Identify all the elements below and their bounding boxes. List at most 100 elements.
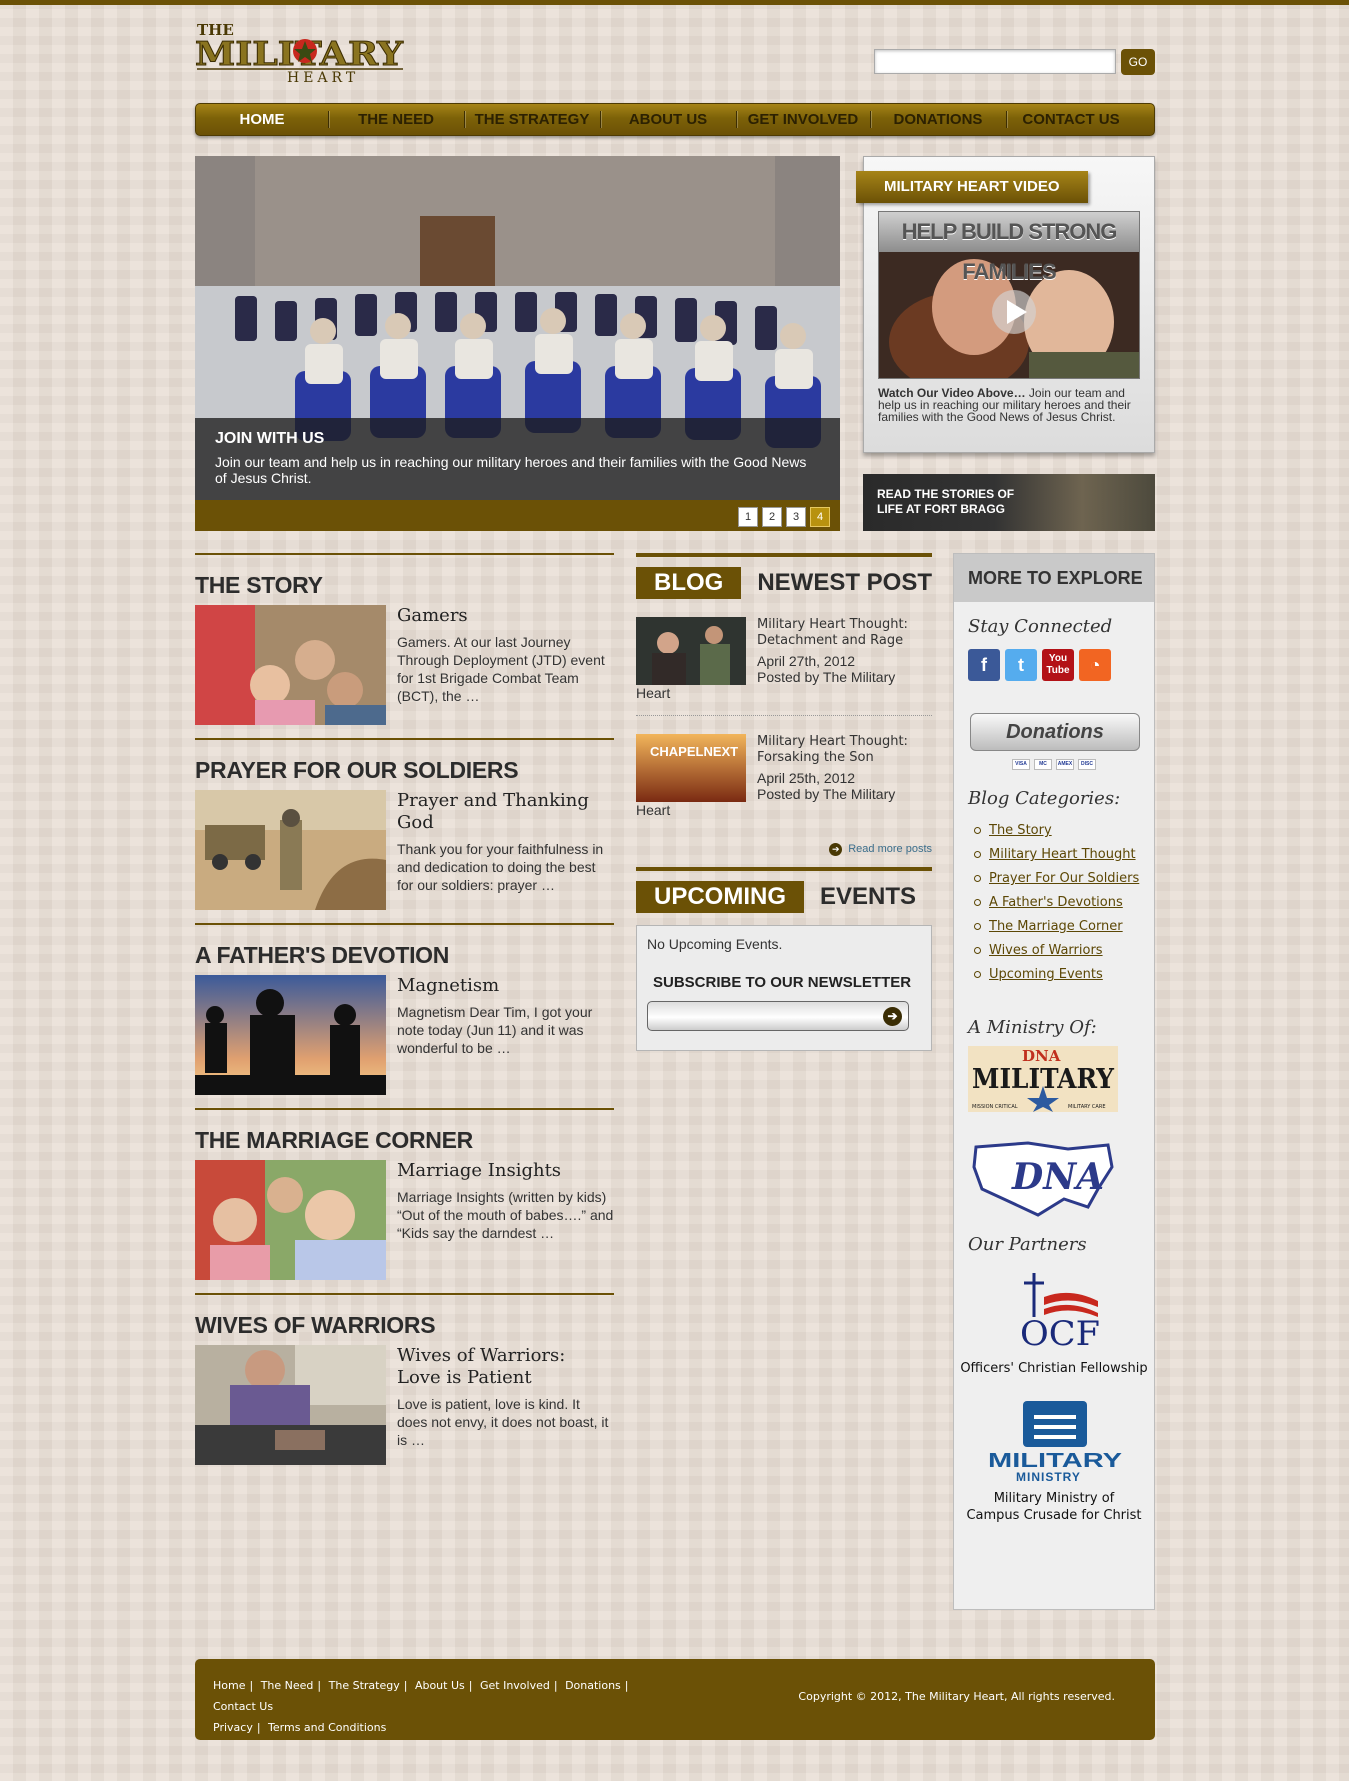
category-item[interactable]: Prayer For Our Soldiers [974, 867, 1154, 891]
post-title[interactable]: Magnetism [397, 975, 614, 997]
blog-post-title[interactable]: Military Heart Thought: Detachment and R… [757, 617, 932, 649]
footer-link[interactable]: Terms and Conditions [268, 1721, 386, 1734]
nav-get-involved[interactable]: GET INVOLVED [736, 103, 870, 136]
blog-post-thumbnail[interactable] [636, 617, 746, 685]
ocf-logo[interactable]: OCF [1020, 1267, 1154, 1354]
nav-the-strategy[interactable]: THE STRATEGY [464, 103, 600, 136]
blog-post-date: April 27th, 2012 [757, 653, 856, 669]
dna-logo[interactable]: DNA [968, 1137, 1154, 1224]
chapelnext-text: CHAPELNEXT [650, 744, 738, 759]
facebook-icon[interactable]: f [968, 649, 1000, 681]
payment-cards: VISA MC AMEX DISC [954, 759, 1154, 770]
military-ministry-logo[interactable]: MILITARY MINISTRY [988, 1401, 1154, 1490]
section-heading[interactable]: WIVES OF WARRIORS [195, 1313, 614, 1337]
section-body: Prayer and Thanking God Thank you for yo… [397, 790, 614, 894]
video-banner: HELP BUILD STRONG FAMILIES [879, 212, 1139, 284]
category-item[interactable]: Wives of Warriors [974, 939, 1154, 963]
donations-button[interactable]: Donations [970, 713, 1140, 751]
post-excerpt: Marriage Insights (written by kids) “Out… [397, 1189, 614, 1241]
nav-home[interactable]: HOME [196, 103, 328, 136]
blog-categories: The Story Military Heart Thought Prayer … [954, 819, 1154, 987]
footer-link[interactable]: Privacy [213, 1721, 253, 1734]
fort-bragg-banner[interactable]: READ THE STORIES OF LIFE AT FORT BRAGG [863, 474, 1155, 531]
main-nav: HOME THE NEED THE STRATEGY ABOUT US GET … [195, 103, 1155, 136]
blog-post-author-cont: Heart [636, 685, 671, 701]
copyright: Copyright © 2012, The Military Heart, Al… [798, 1690, 1115, 1703]
read-more-link[interactable]: ➔ Read more posts [636, 831, 932, 867]
section-the-story: THE STORY Gamers Gamers. At our last Jou… [195, 553, 614, 738]
newest-post-label: NEWEST POST [757, 569, 933, 596]
category-item[interactable]: Military Heart Thought [974, 843, 1154, 867]
hero-slider[interactable]: JOIN WITH US Join our team and help us i… [195, 156, 840, 531]
nav-donations[interactable]: DONATIONS [870, 103, 1006, 136]
youtube-icon[interactable]: You Tube [1042, 649, 1074, 681]
post-title[interactable]: Prayer and Thanking God [397, 790, 614, 834]
slider-pager: 1 2 3 4 [738, 507, 830, 527]
read-more-label: Read more posts [848, 843, 932, 855]
footer-link[interactable]: Home [213, 1679, 245, 1692]
search-button[interactable]: GO [1121, 49, 1155, 75]
blog-post-author-cont: Heart [636, 802, 671, 818]
section-heading[interactable]: PRAYER FOR OUR SOLDIERS [195, 758, 614, 782]
nav-about-us[interactable]: ABOUT US [600, 103, 736, 136]
slider-page-1[interactable]: 1 [738, 507, 758, 527]
explore-sidebar: MORE TO EXPLORE Stay Connected f t You T… [953, 553, 1155, 1610]
svg-text:MINISTRY: MINISTRY [1016, 1470, 1081, 1484]
section-body: Magnetism Magnetism Dear Tim, I got your… [397, 975, 614, 1057]
slider-page-3[interactable]: 3 [786, 507, 806, 527]
fort-bragg-line1: READ THE STORIES OF [877, 487, 1015, 501]
slider-page-2[interactable]: 2 [762, 507, 782, 527]
svg-text:DNA: DNA [1011, 1156, 1104, 1198]
section-thumbnail[interactable] [195, 1160, 386, 1280]
newsletter-heading: SUBSCRIBE TO OUR NEWSLETTER [653, 974, 912, 991]
section-thumbnail[interactable] [195, 1345, 386, 1465]
video-tab: MILITARY HEART VIDEO [856, 171, 1088, 203]
upcoming-label: UPCOMING [636, 881, 804, 913]
post-title[interactable]: Gamers [397, 605, 614, 627]
site-logo[interactable]: THE MILITARY HEART [195, 19, 405, 85]
blog-post-title[interactable]: Military Heart Thought: Forsaking the So… [757, 734, 932, 766]
discover-icon: DISC [1078, 759, 1096, 770]
blog-post[interactable]: Military Heart Thought: Detachment and R… [636, 599, 932, 715]
category-item[interactable]: Upcoming Events [974, 963, 1154, 987]
slide-title: JOIN WITH US [215, 430, 325, 447]
newsletter-submit-icon[interactable]: ➔ [883, 1007, 902, 1026]
footer-link[interactable]: Get Involved [480, 1679, 550, 1692]
svg-text:DNA: DNA [1022, 1047, 1061, 1065]
svg-text:OCF: OCF [1020, 1314, 1100, 1347]
video-description: Watch Our Video Above… Join our team and… [878, 387, 1144, 423]
category-item[interactable]: The Story [974, 819, 1154, 843]
slider-page-4[interactable]: 4 [810, 507, 830, 527]
no-events-text: No Upcoming Events. [647, 936, 783, 952]
ocf-name: Officers' Christian Fellowship [960, 1361, 1148, 1376]
post-title[interactable]: Marriage Insights [397, 1160, 614, 1182]
blog-post[interactable]: CHAPELNEXT Military Heart Thought: Forsa… [636, 715, 932, 831]
section-heading[interactable]: THE MARRIAGE CORNER [195, 1128, 614, 1152]
social-links: f t You Tube ◔ [954, 649, 1154, 681]
search-input[interactable] [874, 49, 1116, 74]
footer-link[interactable]: Donations [565, 1679, 621, 1692]
video-player[interactable]: HELP BUILD STRONG FAMILIES [878, 211, 1140, 379]
nav-contact-us[interactable]: CONTACT US [1006, 103, 1136, 136]
footer-link[interactable]: The Strategy [329, 1679, 400, 1692]
section-thumbnail[interactable] [195, 975, 386, 1095]
ministry-heading: A Ministry Of: [968, 1017, 1097, 1038]
post-excerpt: Thank you for your faithfulness in and d… [397, 841, 604, 893]
category-item[interactable]: The Marriage Corner [974, 915, 1154, 939]
section-thumbnail[interactable] [195, 605, 386, 725]
rss-icon[interactable]: ◔ [1079, 649, 1111, 681]
blog-post-thumbnail[interactable]: CHAPELNEXT [636, 734, 746, 802]
section-thumbnail[interactable] [195, 790, 386, 910]
category-item[interactable]: A Father's Devotions [974, 891, 1154, 915]
dna-military-logo[interactable]: DNA MILITARY MISSION CRITICAL MILITARY C… [968, 1046, 1154, 1117]
twitter-icon[interactable]: t [1005, 649, 1037, 681]
newsletter-field[interactable]: ➔ [647, 1001, 909, 1031]
section-wives-of-warriors: WIVES OF WARRIORS Wives of Warriors: Lov… [195, 1293, 614, 1478]
footer-link[interactable]: About Us [415, 1679, 465, 1692]
post-title[interactable]: Wives of Warriors: Love is Patient [397, 1345, 614, 1389]
footer-link[interactable]: Contact Us [213, 1700, 273, 1713]
section-heading[interactable]: THE STORY [195, 573, 614, 597]
section-heading[interactable]: A FATHER'S DEVOTION [195, 943, 614, 967]
nav-the-need[interactable]: THE NEED [328, 103, 464, 136]
footer-link[interactable]: The Need [261, 1679, 314, 1692]
